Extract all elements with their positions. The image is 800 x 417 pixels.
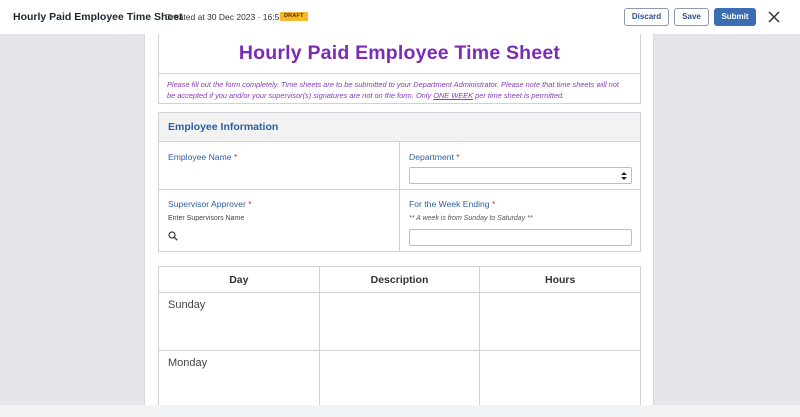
description-cell[interactable]	[318, 350, 481, 405]
column-header-description: Description	[318, 266, 481, 293]
created-timestamp: Created at 30 Dec 2023 · 16:58	[165, 12, 285, 22]
discard-button[interactable]: Discard	[624, 8, 669, 26]
one-week-text: ONE WEEK	[433, 91, 474, 100]
close-icon[interactable]	[767, 10, 781, 24]
table-header-row: Day Description Hours	[158, 266, 641, 293]
form-page: Hourly Paid Employee Time Sheet Please f…	[144, 34, 654, 405]
bottom-strip	[0, 405, 800, 417]
department-label: Department *	[409, 152, 460, 162]
employee-name-label: Employee Name *	[168, 152, 238, 162]
employee-name-cell[interactable]: Employee Name *	[158, 142, 400, 190]
save-button[interactable]: Save	[674, 8, 709, 26]
description-cell[interactable]	[318, 292, 481, 351]
document-title: Hourly Paid Employee Time Sheet	[13, 11, 183, 23]
week-ending-cell: For the Week Ending * ** A week is from …	[399, 189, 641, 252]
day-cell: Monday	[158, 350, 320, 405]
table-row: Monday	[158, 350, 641, 405]
submit-button[interactable]: Submit	[714, 8, 756, 26]
timesheet-table: Day Description Hours Sunday Monday	[158, 266, 641, 405]
hours-cell[interactable]	[479, 350, 641, 405]
week-ending-hint: ** A week is from Sunday to Saturday **	[409, 215, 533, 222]
week-ending-label: For the Week Ending *	[409, 199, 496, 209]
table-row: Sunday	[158, 292, 641, 351]
search-icon[interactable]	[168, 231, 178, 241]
supervisor-label: Supervisor Approver *	[168, 199, 252, 209]
select-updown-icon	[621, 172, 627, 180]
day-label-monday: Monday	[168, 357, 208, 369]
column-header-hours: Hours	[479, 266, 641, 293]
employee-info-heading: Employee Information	[168, 121, 279, 133]
top-bar: Hourly Paid Employee Time Sheet Created …	[0, 0, 800, 34]
day-label-sunday: Sunday	[168, 299, 206, 311]
day-cell: Sunday	[158, 292, 320, 351]
department-cell: Department *	[399, 142, 641, 190]
instructions-text: Please fill out the form completely. Tim…	[167, 80, 619, 100]
form-title: Hourly Paid Employee Time Sheet	[238, 42, 561, 64]
hours-cell[interactable]	[479, 292, 641, 351]
supervisor-hint: Enter Supervisors Name	[168, 215, 245, 222]
supervisor-cell: Supervisor Approver * Enter Supervisors …	[158, 189, 400, 252]
week-ending-input[interactable]	[409, 229, 632, 246]
department-select[interactable]	[409, 167, 632, 184]
status-badge: DRAFT	[280, 12, 308, 21]
employee-info-header: Employee Information	[158, 112, 641, 142]
column-header-day: Day	[158, 266, 320, 293]
